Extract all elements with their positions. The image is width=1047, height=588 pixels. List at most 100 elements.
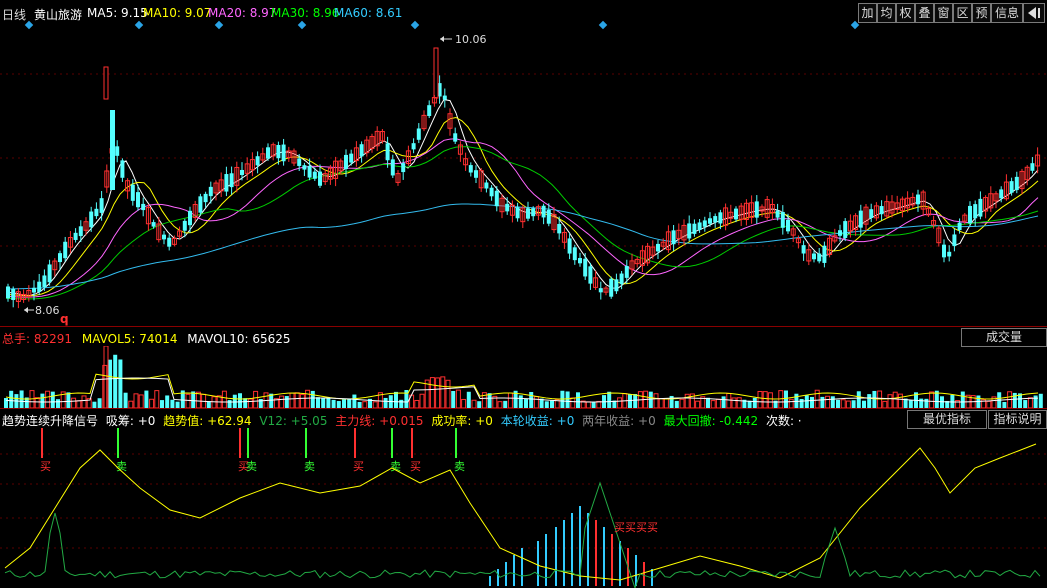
candle-body [203, 193, 208, 203]
volume-bar [435, 377, 441, 408]
volume-bar [342, 399, 346, 408]
toolbar-range-button[interactable]: 区 [953, 3, 972, 23]
candle-body [94, 208, 99, 217]
toolbar-average-button[interactable]: 均 [877, 3, 896, 23]
event-marker-icon[interactable] [24, 20, 34, 30]
toolbar-window-button[interactable]: 窗 [934, 3, 953, 23]
candle-body [359, 144, 364, 157]
volume-bar [221, 390, 227, 408]
volume-bar [414, 399, 420, 408]
back-arrow-button[interactable] [1023, 3, 1045, 23]
candle-body [427, 105, 432, 117]
volume-bar [929, 391, 935, 408]
volume-bar [279, 395, 285, 408]
volume-bar [336, 401, 341, 408]
indicator-explain-button[interactable]: 指标说明 [988, 410, 1047, 429]
candle-body [349, 153, 354, 163]
panel-divider [0, 408, 1047, 409]
toolbar-rights-button[interactable]: 权 [896, 3, 915, 23]
candle-body [344, 154, 348, 170]
candle-body [780, 211, 785, 228]
event-marker-icon[interactable] [598, 20, 608, 30]
candle-body [526, 208, 530, 219]
event-marker-icon[interactable] [134, 20, 144, 30]
volume-bar [103, 346, 109, 408]
candle-body [713, 216, 718, 223]
toolbar-info-button[interactable]: 信息 [991, 3, 1023, 23]
volume-bar [628, 394, 632, 408]
candle-body [489, 187, 494, 197]
volume-bar [326, 398, 331, 408]
volume-bar [445, 379, 451, 408]
candle-body [734, 208, 738, 220]
volume-bar [810, 396, 814, 408]
candle-body [208, 186, 213, 197]
price-chart[interactable]: 10.06 8.06 q [0, 30, 1047, 326]
volume-total: 总手: 82291 [2, 332, 73, 346]
volume-bar [50, 391, 55, 408]
buy-signal-label: 买 [40, 460, 51, 473]
volume-bar [882, 400, 888, 408]
mavol10-readout: MAVOL10: 65625 [187, 332, 291, 346]
candle-body [1014, 176, 1019, 191]
candle-body [978, 198, 983, 217]
trend-value-line [4, 443, 1037, 581]
volume-bar [160, 400, 164, 408]
volume-bar [113, 354, 118, 408]
candle-body [708, 218, 712, 224]
volume-bar [570, 397, 576, 408]
toolbar-overlay-button[interactable]: 叠 [915, 3, 934, 23]
mavol10-line [5, 377, 1039, 403]
candle-body [1030, 163, 1035, 171]
buy-signal-label: 买 [410, 460, 421, 473]
volume-bar [347, 398, 352, 408]
volume-bar [706, 397, 710, 408]
volume-selector-dropdown[interactable]: 成交量 [961, 328, 1047, 347]
candle-body [692, 223, 697, 234]
indicator-explain-label: 指标说明 [993, 412, 1042, 426]
q-marker: q [60, 312, 69, 326]
candle-body [624, 265, 629, 278]
sell-signal-label: 卖 [390, 460, 401, 473]
volume-bar [321, 398, 326, 408]
candle-body [224, 174, 229, 192]
volume-chart[interactable] [0, 346, 1047, 408]
candle-body [869, 209, 874, 219]
volume-bar [767, 392, 773, 408]
event-marker-icon[interactable] [297, 20, 307, 30]
candle-body [297, 158, 302, 166]
event-marker-icon[interactable] [214, 20, 224, 30]
volume-bar [1027, 397, 1033, 408]
volume-bar [1038, 393, 1043, 408]
toolbar-add-button[interactable]: 加 [858, 3, 877, 23]
volume-bar [695, 400, 701, 408]
period-label[interactable]: 日线 [2, 6, 26, 23]
volume-bar [243, 398, 248, 408]
volume-bar [71, 397, 77, 408]
volume-bar [399, 399, 404, 408]
indicator-chart[interactable]: 买买买买卖卖卖卖卖 买买买买 [0, 428, 1047, 588]
volume-bar [721, 396, 726, 408]
volume-bar [170, 399, 175, 408]
back-arrow-icon [1028, 7, 1040, 19]
candle-body [598, 288, 603, 293]
candle-body [515, 207, 520, 219]
volume-bar [836, 399, 840, 408]
candle-body [838, 230, 842, 236]
volume-bar [419, 393, 425, 408]
volume-bar [648, 391, 653, 408]
candle-body [999, 189, 1004, 199]
volume-bar [97, 398, 102, 408]
volume-bar [305, 389, 311, 408]
volume-bar [253, 390, 259, 408]
event-marker-icon[interactable] [410, 20, 420, 30]
volume-bar [872, 390, 877, 408]
toolbar-forecast-button[interactable]: 预 [972, 3, 991, 23]
volume-bar [529, 391, 534, 408]
candle-body [474, 170, 478, 178]
volume-bar [394, 391, 398, 408]
volume-bar [310, 390, 315, 408]
candle-body [229, 173, 234, 188]
best-indicator-button[interactable]: 最优指标 [907, 410, 987, 429]
volume-bar [825, 395, 831, 408]
